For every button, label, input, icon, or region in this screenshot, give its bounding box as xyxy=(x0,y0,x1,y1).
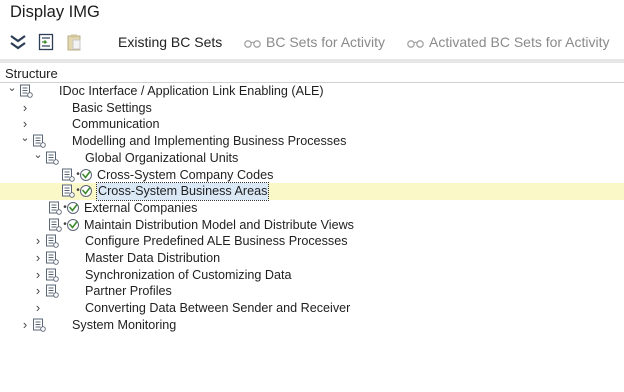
tree-row[interactable]: • Cross-System Business Areas xyxy=(0,182,624,201)
tree-node-label[interactable]: IDoc Interface / Application Link Enabli… xyxy=(59,83,324,100)
tree-node-label[interactable]: Cross-System Company Codes xyxy=(97,167,273,184)
tree-row[interactable]: • Maintain Distribution Model and Distrib… xyxy=(0,217,624,234)
tree-row[interactable]: ⌄ IDoc Interface / Application Link Enabl… xyxy=(0,80,624,100)
img-documentation-icon[interactable] xyxy=(61,184,75,198)
bc-sets-for-activity-label: BC Sets for Activity xyxy=(266,34,386,50)
tree-node-label[interactable]: Modelling and Implementing Business Proc… xyxy=(72,133,346,150)
tree-row[interactable]: › Basic Settings xyxy=(0,100,624,117)
tree-row[interactable]: › Communication xyxy=(0,116,624,133)
img-documentation-icon[interactable] xyxy=(45,234,59,249)
toolbar-separator xyxy=(0,59,624,63)
img-documentation-icon[interactable] xyxy=(45,268,59,282)
expanded-chevron-icon[interactable]: ⌄ xyxy=(20,130,30,146)
existing-bc-sets-button[interactable]: Existing BC Sets xyxy=(118,27,222,57)
tree-row[interactable]: ⌄ Modelling and Implementing Business Pro… xyxy=(0,130,624,150)
img-documentation-icon[interactable] xyxy=(19,84,33,98)
tree-row[interactable]: › Partner Profiles xyxy=(0,283,624,300)
collapsed-chevron-icon[interactable]: › xyxy=(33,300,43,316)
window-title: Display IMG xyxy=(10,3,100,21)
tree-node-label[interactable]: Maintain Distribution Model and Distribu… xyxy=(84,217,354,234)
tree-node-label[interactable]: Converting Data Between Sender and Recei… xyxy=(85,300,350,317)
clipboard-icon[interactable] xyxy=(65,33,83,51)
tree-node-label[interactable]: Partner Profiles xyxy=(85,283,172,300)
img-documentation-icon[interactable] xyxy=(45,284,59,299)
tree-node-label[interactable]: Cross-System Business Areas xyxy=(95,182,270,201)
execute-activity-icon[interactable] xyxy=(66,201,80,215)
tree-node-label[interactable]: External Companies xyxy=(84,200,197,217)
tree-row[interactable]: • External Companies xyxy=(0,200,624,217)
activated-bc-sets-for-activity-label: Activated BC Sets for Activity xyxy=(429,34,610,50)
img-documentation-icon[interactable] xyxy=(61,168,75,182)
collapsed-chevron-icon[interactable]: › xyxy=(33,233,43,249)
img-documentation-icon[interactable] xyxy=(45,151,59,165)
activated-bc-sets-for-activity-button[interactable]: Activated BC Sets for Activity xyxy=(407,27,610,57)
structure-column-header: Structure xyxy=(0,64,624,83)
toolbar: Existing BC Sets BC Sets for Activity Ac… xyxy=(0,27,624,57)
expanded-chevron-icon[interactable]: ⌄ xyxy=(33,147,43,163)
tree-row[interactable]: • Cross-System Company Codes xyxy=(0,167,624,184)
tree-node-label[interactable]: Global Organizational Units xyxy=(85,150,238,167)
execute-activity-icon[interactable] xyxy=(66,218,80,232)
tree-node-label[interactable]: System Monitoring xyxy=(72,317,176,334)
collapsed-chevron-icon[interactable]: › xyxy=(33,250,43,266)
tree-node-label[interactable]: Master Data Distribution xyxy=(85,250,220,267)
tree-row[interactable]: › System Monitoring xyxy=(0,317,624,334)
collapsed-chevron-icon[interactable]: › xyxy=(33,267,43,283)
tree-node-label[interactable]: Communication xyxy=(72,116,160,133)
expand-subtree-icon[interactable] xyxy=(9,33,27,51)
glasses-icon xyxy=(244,40,261,49)
tree-row[interactable]: › Configure Predefined ALE Business Proce… xyxy=(0,233,624,250)
tree-row[interactable]: › Converting Data Between Sender and Rece… xyxy=(0,300,624,317)
tree-row[interactable]: ⌄ Global Organizational Units xyxy=(0,147,624,167)
bc-sets-for-activity-button[interactable]: BC Sets for Activity xyxy=(244,27,385,57)
existing-bc-sets-label: Existing BC Sets xyxy=(118,34,223,50)
img-documentation-icon[interactable] xyxy=(45,251,59,265)
tree-node-label[interactable]: Basic Settings xyxy=(72,100,152,117)
img-documentation-icon[interactable] xyxy=(32,318,46,332)
tree-node-label[interactable]: Synchronization of Customizing Data xyxy=(85,267,292,284)
tree-row[interactable]: › Master Data Distribution xyxy=(0,250,624,267)
tree-node-label[interactable]: Configure Predefined ALE Business Proces… xyxy=(85,233,348,250)
execute-activity-icon[interactable] xyxy=(79,168,93,182)
expanded-chevron-icon[interactable]: ⌄ xyxy=(7,80,17,96)
glasses-icon xyxy=(407,40,424,49)
img-documentation-icon[interactable] xyxy=(48,201,62,215)
img-documentation-icon[interactable] xyxy=(48,218,62,232)
select-document-icon[interactable] xyxy=(37,33,55,51)
tree-row[interactable]: › Synchronization of Customizing Data xyxy=(0,267,624,284)
execute-activity-icon[interactable] xyxy=(79,184,93,198)
collapsed-chevron-icon[interactable]: › xyxy=(20,317,30,333)
collapsed-chevron-icon[interactable]: › xyxy=(20,100,30,116)
collapsed-chevron-icon[interactable]: › xyxy=(33,283,43,299)
